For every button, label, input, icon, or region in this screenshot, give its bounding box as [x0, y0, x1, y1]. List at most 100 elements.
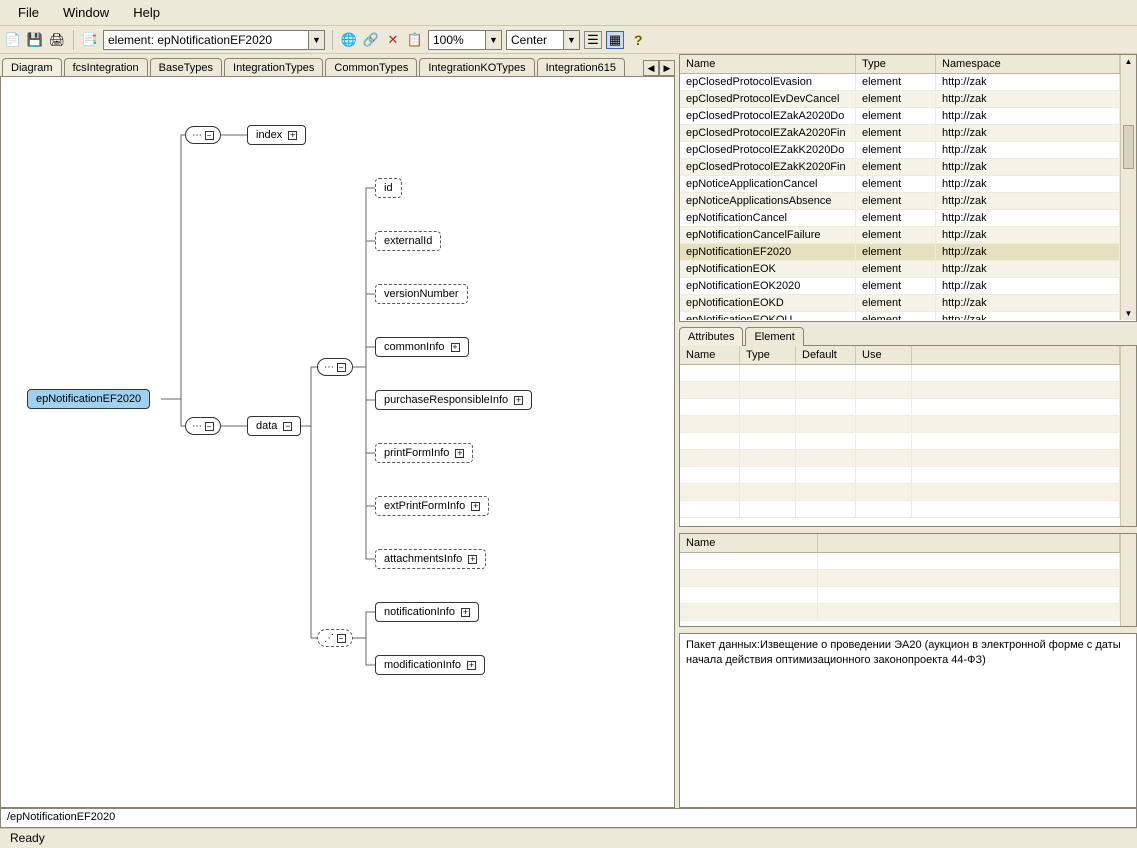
table-row[interactable]: epNotificationCancelFailureelementhttp:/… — [680, 227, 1120, 244]
table-row[interactable] — [680, 604, 1120, 621]
cell: epNotificationCancelFailure — [680, 227, 856, 244]
col-use[interactable]: Use — [856, 346, 912, 364]
zoom-combo[interactable]: 100% ▼ — [428, 30, 502, 50]
scrollbar[interactable]: ▲ ▼ — [1120, 55, 1136, 320]
doc-icon[interactable]: 📑 — [81, 31, 99, 49]
table-row[interactable] — [680, 467, 1120, 484]
tab-integrationtypes[interactable]: IntegrationTypes — [224, 58, 323, 76]
diagram-canvas[interactable]: epNotificationEF2020 ⋯− ⋯− index+ data− … — [0, 76, 675, 808]
tab-attributes[interactable]: Attributes — [679, 327, 743, 346]
element-combo[interactable]: element: epNotificationEF2020 ▼ — [103, 30, 325, 50]
tab-element[interactable]: Element — [745, 327, 803, 346]
grid-view-icon[interactable]: ▦ — [606, 31, 624, 49]
table-row[interactable] — [680, 365, 1120, 382]
cell: epNotificationEF2020 — [680, 244, 856, 261]
cell: epNotificationCancel — [680, 210, 856, 227]
tab-basetypes[interactable]: BaseTypes — [150, 58, 222, 76]
node-id[interactable]: id — [375, 178, 402, 198]
col-type[interactable]: Type — [740, 346, 796, 364]
col-namespace[interactable]: Namespace — [936, 55, 1120, 73]
node-root[interactable]: epNotificationEF2020 — [27, 389, 150, 409]
table-row[interactable]: epClosedProtocolEvasionelementhttp://zak — [680, 74, 1120, 91]
node-index[interactable]: index+ — [247, 125, 306, 145]
scrollbar[interactable] — [1120, 534, 1136, 626]
col-name[interactable]: Name — [680, 55, 856, 73]
node-modificationInfo[interactable]: modificationInfo+ — [375, 655, 485, 675]
table-row[interactable]: epNotificationEOKelementhttp://zak — [680, 261, 1120, 278]
table-row[interactable]: epClosedProtocolEZakK2020Doelementhttp:/… — [680, 142, 1120, 159]
delete-icon[interactable]: ✕ — [384, 31, 402, 49]
node-purchaseResponsibleInfo[interactable]: purchaseResponsibleInfo+ — [375, 390, 532, 410]
sequence-icon[interactable]: ⋯− — [185, 417, 221, 435]
print-icon[interactable]: 🖨 — [48, 31, 66, 49]
tab-nav-right[interactable]: ▶ — [659, 60, 675, 76]
new-icon[interactable]: 📄 — [4, 31, 22, 49]
table-row[interactable] — [680, 553, 1120, 570]
table-row[interactable]: epNotificationEOK2020elementhttp://zak — [680, 278, 1120, 295]
menu-file[interactable]: File — [6, 1, 51, 24]
choice-icon[interactable]: ⋰− — [317, 629, 353, 647]
tab-diagram[interactable]: Diagram — [2, 58, 62, 76]
table-row[interactable]: epClosedProtocolEvDevCancelelementhttp:/… — [680, 91, 1120, 108]
node-data[interactable]: data− — [247, 416, 301, 436]
node-printFormInfo[interactable]: printFormInfo+ — [375, 443, 473, 463]
col-blank[interactable] — [912, 346, 1120, 364]
chevron-down-icon[interactable]: ▼ — [308, 31, 324, 49]
col-name[interactable]: Name — [680, 346, 740, 364]
scrollbar[interactable] — [1120, 346, 1136, 526]
scroll-handle[interactable] — [1123, 125, 1134, 169]
node-commonInfo[interactable]: commonInfo+ — [375, 337, 469, 357]
col-default[interactable]: Default — [796, 346, 856, 364]
tab-integration615[interactable]: Integration615 — [537, 58, 625, 76]
table-row[interactable] — [680, 382, 1120, 399]
table-row[interactable] — [680, 501, 1120, 518]
sequence-icon[interactable]: ⋯− — [185, 126, 221, 144]
help-icon[interactable]: ? — [634, 32, 643, 48]
table-row[interactable]: epNotificationEOKOUelementhttp://zak — [680, 312, 1120, 320]
globe-icon[interactable]: 🌐 — [340, 31, 358, 49]
cell: http://zak — [936, 125, 1120, 142]
node-versionNumber[interactable]: versionNumber — [375, 284, 468, 304]
globe-multi-icon[interactable]: 🔗 — [362, 31, 380, 49]
col-type[interactable]: Type — [856, 55, 936, 73]
col-name[interactable]: Name — [680, 534, 818, 552]
node-attachmentsInfo[interactable]: attachmentsInfo+ — [375, 549, 486, 569]
scroll-down-icon[interactable]: ▼ — [1121, 309, 1136, 318]
table-row[interactable]: epClosedProtocolEZakA2020Finelementhttp:… — [680, 125, 1120, 142]
cell: http://zak — [936, 159, 1120, 176]
chevron-down-icon[interactable]: ▼ — [485, 31, 501, 49]
table-row[interactable]: epNoticeApplicationCancelelementhttp://z… — [680, 176, 1120, 193]
paste-icon[interactable]: 📋 — [406, 31, 424, 49]
table-row[interactable]: epNotificationCancelelementhttp://zak — [680, 210, 1120, 227]
table-row[interactable] — [680, 416, 1120, 433]
table-row[interactable] — [680, 570, 1120, 587]
col-blank[interactable] — [818, 534, 1120, 552]
save-icon[interactable]: 💾 — [26, 31, 44, 49]
table-row[interactable]: epClosedProtocolEZakK2020Finelementhttp:… — [680, 159, 1120, 176]
table-row[interactable] — [680, 587, 1120, 604]
table-row[interactable] — [680, 399, 1120, 416]
cell: element — [856, 227, 936, 244]
table-row[interactable] — [680, 484, 1120, 501]
align-combo[interactable]: Center ▼ — [506, 30, 580, 50]
node-notificationInfo[interactable]: notificationInfo+ — [375, 602, 479, 622]
menu-window[interactable]: Window — [51, 1, 121, 24]
tab-commontypes[interactable]: CommonTypes — [325, 58, 417, 76]
node-externalId[interactable]: externalId — [375, 231, 441, 251]
list-view-icon[interactable]: ☰ — [584, 31, 602, 49]
table-row[interactable] — [680, 450, 1120, 467]
scroll-up-icon[interactable]: ▲ — [1121, 57, 1136, 66]
tab-fcsintegration[interactable]: fcsIntegration — [64, 58, 148, 76]
tab-nav-left[interactable]: ◀ — [643, 60, 659, 76]
sequence-icon[interactable]: ⋯− — [317, 358, 353, 376]
table-row[interactable]: epNotificationEF2020elementhttp://zak — [680, 244, 1120, 261]
tab-integrationkotypes[interactable]: IntegrationKOTypes — [419, 58, 534, 76]
table-row[interactable] — [680, 433, 1120, 450]
table-row[interactable]: epNotificationEOKDelementhttp://zak — [680, 295, 1120, 312]
chevron-down-icon[interactable]: ▼ — [563, 31, 579, 49]
table-row[interactable]: epNoticeApplicationsAbsenceelementhttp:/… — [680, 193, 1120, 210]
menu-help[interactable]: Help — [121, 1, 172, 24]
node-label: modificationInfo — [384, 659, 461, 671]
table-row[interactable]: epClosedProtocolEZakA2020Doelementhttp:/… — [680, 108, 1120, 125]
node-extPrintFormInfo[interactable]: extPrintFormInfo+ — [375, 496, 489, 516]
